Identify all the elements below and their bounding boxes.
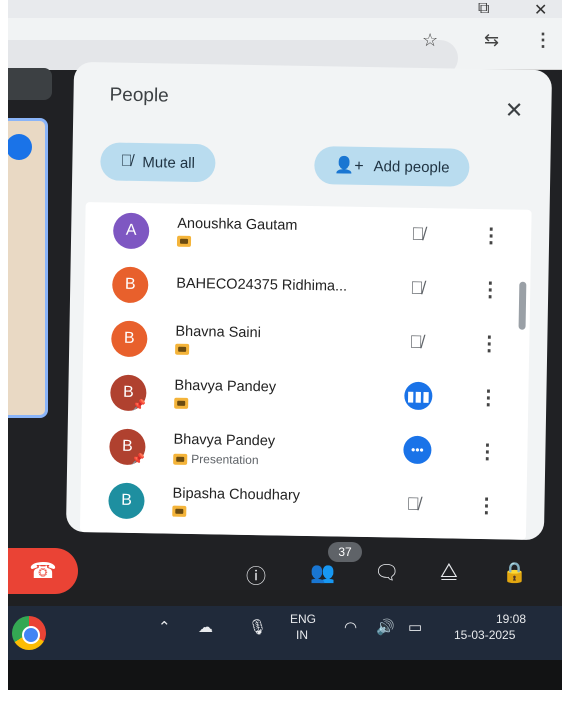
more-options-icon[interactable]: ⋮ [478,385,498,410]
speaking-icon: ▮▮▮ [404,381,433,411]
presenting-icon: ••• [403,435,432,465]
bezel [8,660,562,690]
participant-tag [174,397,189,409]
participant-name: Bipasha Choudhary [172,485,301,504]
scrollbar[interactable] [518,281,527,330]
avatar: B [111,266,149,304]
activities-icon[interactable]: ⧋ [440,560,458,583]
participant-list: A Anoushka Gautam 🎙̸ ⋮ B BAHECO24375 Rid… [79,202,532,540]
participant-tag: Presentation [173,452,259,467]
participant-tag [176,235,192,247]
participant-name: BAHECO24375 Ridhima... [176,275,348,295]
avatar: B [111,320,148,358]
weather-icon[interactable]: ☁ [198,618,213,636]
clock-time[interactable]: 19:08 [496,612,526,626]
list-item[interactable]: B 📌 Bhavya Pandey ▮▮▮ ⋮ [82,368,529,426]
mute-all-label: Mute all [142,153,196,172]
add-people-button[interactable]: 👤+ Add people [314,146,470,187]
list-item[interactable]: B Bipasha Choudhary 🎙̸ ⋮ [80,476,527,534]
participant-subtitle: Presentation [191,451,259,468]
mic-off-icon: 🎙̸ [410,277,424,298]
participant-name: Bhavna Saini [175,323,262,342]
end-call-button[interactable]: ☎ [8,548,78,594]
region-label[interactable]: IN [296,628,308,642]
device-icon [175,343,190,355]
participant-name: Bhavya Pandey [174,377,277,396]
chevron-up-icon[interactable]: ⌃ [158,618,171,636]
more-options-icon[interactable]: ⋮ [476,493,496,518]
close-icon[interactable]: ✕ [505,97,524,123]
info-icon[interactable]: ⓘ [246,560,266,589]
restore-window-icon[interactable]: ⧉ [478,0,489,18]
profile-sync-icon[interactable]: ⇆ [484,30,499,51]
participant-name: Anoushka Gautam [177,215,298,234]
volume-icon[interactable]: 🔊 [376,618,395,636]
more-options-icon[interactable]: ⋮ [481,223,501,248]
clock-date[interactable]: 15-03-2025 [454,628,515,642]
device-icon [176,235,192,247]
screen-photo: ⧉ ✕ ☆ ⇆ ⋮ People ✕ 🎙̸ Mute all 👤+ Add pe… [8,0,562,690]
top-left-tile [8,68,52,100]
list-item[interactable]: B 📌 Bhavya Pandey Presentation ••• ⋮ [81,422,528,480]
battery-icon[interactable]: ▭ [408,618,422,636]
language-label[interactable]: ENG [290,612,316,626]
people-panel: People ✕ 🎙̸ Mute all 👤+ Add people A Ano… [65,61,553,541]
phone-hangup-icon: ☎ [29,558,57,583]
avatar: A [112,212,150,250]
chat-icon[interactable]: 🗨 [374,560,399,585]
add-person-icon: 👤+ [334,157,364,175]
people-icon[interactable]: 👥 [310,560,335,585]
device-icon [174,397,189,409]
list-item[interactable]: B Bhavna Saini 🎙̸ ⋮ [83,314,530,372]
mic-off-icon: 🎙̸ [406,493,421,514]
participant-video-tile[interactable] [8,118,48,418]
mic-off-icon: 🎙̸ [411,223,425,245]
more-options-icon[interactable]: ⋮ [479,331,499,356]
microphone-icon[interactable]: 🎙 [248,618,267,636]
kebab-menu-icon[interactable]: ⋮ [534,30,552,51]
participant-name: Bhavya Pandey [173,431,276,450]
mic-off-icon: 🎙̸ [120,152,133,170]
avatar: B [108,482,145,520]
chrome-app-icon[interactable] [12,616,46,650]
present-icon [173,453,188,465]
star-icon[interactable]: ☆ [422,30,438,51]
participant-tag [172,505,187,517]
host-controls-icon[interactable]: 🔒 [502,560,527,585]
pin-icon: 📌 [132,399,146,413]
participant-count-badge: 37 [328,542,362,562]
more-options-icon[interactable]: ⋮ [477,439,497,464]
mic-off-icon: 🎙̸ [409,331,423,352]
add-people-label: Add people [373,157,450,176]
pin-icon: 📌 [131,453,146,467]
list-item[interactable]: B BAHECO24375 Ridhima... 🎙̸ ⋮ [84,260,531,318]
more-options-icon[interactable]: ⋮ [480,277,500,302]
participant-tag [175,343,190,355]
panel-title: People [109,84,169,107]
close-window-icon[interactable]: ✕ [534,0,547,20]
wifi-icon[interactable]: ◠ [344,618,357,636]
device-icon [172,505,187,517]
mute-all-button[interactable]: 🎙̸ Mute all [100,142,216,183]
list-item[interactable]: A Anoushka Gautam 🎙̸ ⋮ [85,206,532,264]
